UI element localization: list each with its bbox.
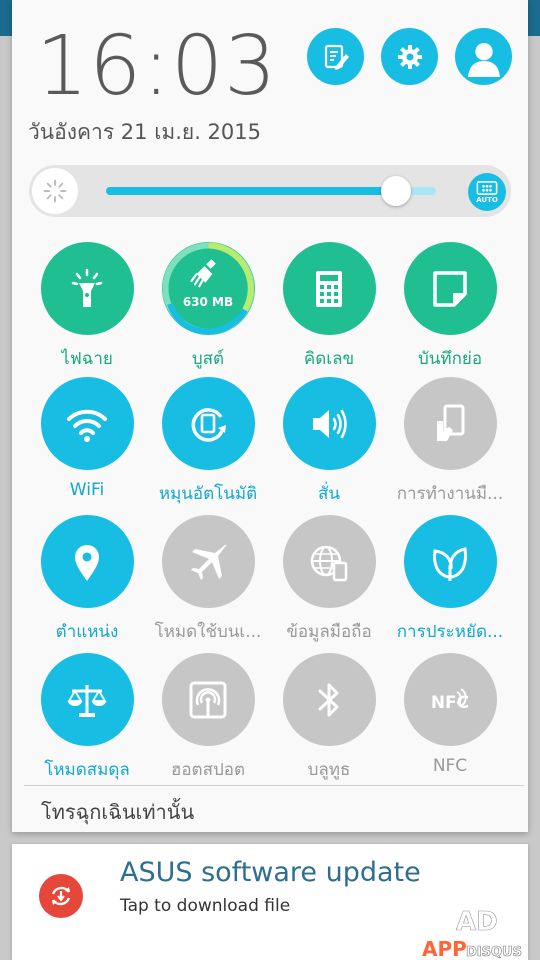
mobile-data-icon (310, 545, 348, 581)
boost-memory-badge: 630 MB (182, 295, 234, 309)
auto-brightness-label: AUTO (476, 195, 498, 204)
tile-wifi[interactable]: WiFi (27, 377, 147, 507)
gear-icon (397, 44, 422, 69)
update-icon (39, 874, 83, 918)
wifi-icon (67, 409, 107, 442)
bluetooth-icon (318, 683, 339, 716)
auto-brightness-icon (476, 180, 498, 195)
tile-calculator[interactable]: คิดเลข (269, 242, 389, 372)
power-saving-leaf-icon (433, 546, 467, 581)
tile-location[interactable]: ตำแหน่ง (27, 515, 147, 645)
tile-balance-mode-label: โหมดสมดุล (44, 760, 130, 780)
settings-button[interactable] (381, 28, 438, 85)
tile-quick-memo-circle[interactable] (403, 242, 497, 335)
tile-hotspot-label: ฮอตสปอต (170, 760, 246, 780)
tile-flashlight-label: ไฟฉาย (61, 349, 113, 369)
tile-flashlight-circle[interactable] (40, 242, 134, 335)
tile-airplane-mode-circle[interactable] (161, 515, 255, 608)
quick-settings-panel: 16:03 วันอังคาร 21 เม.ย. 2015 AUTO ไฟฉาย… (12, 0, 528, 832)
tile-wifi-label: WiFi (69, 480, 105, 500)
tile-balance-mode[interactable]: โหมดสมดุล (27, 653, 147, 783)
vibrate-icon (313, 409, 347, 438)
brightness-control: AUTO (29, 165, 511, 217)
appdisqus-watermark-logo: APP DISQUS AD (422, 907, 522, 960)
edit-settings-button[interactable] (307, 28, 364, 85)
svg-text:AD: AD (456, 907, 498, 937)
brightness-slider-fill (106, 187, 397, 195)
tile-flashlight[interactable]: ไฟฉาย (27, 242, 147, 372)
notification-title: ASUS software update (120, 857, 421, 888)
tile-one-hand-mode[interactable]: การทำงานมื... (390, 377, 510, 507)
tile-hotspot[interactable]: ฮอตสปอต (148, 653, 268, 783)
user-profile-button[interactable] (455, 28, 512, 85)
tile-auto-rotate-circle[interactable] (161, 377, 255, 470)
tile-hotspot-circle[interactable] (161, 653, 255, 746)
tile-auto-rotate-label: หมุนอัตโนมัติ (158, 484, 258, 504)
svg-text:DISQUS: DISQUS (466, 945, 522, 960)
balance-scale-icon (67, 684, 107, 717)
tile-boost[interactable]: 630 MB บูสต์ (148, 242, 268, 372)
tile-mobile-data[interactable]: ข้อมูลมือถือ (269, 515, 389, 645)
tile-power-saving-label: การประหยัด... (396, 622, 504, 642)
tile-nfc-circle[interactable]: NFC (403, 653, 497, 746)
tile-quick-memo-label: บันทึกย่อ (417, 349, 483, 369)
quick-memo-icon (433, 270, 467, 307)
tile-one-hand-mode-circle[interactable] (403, 377, 497, 470)
tile-power-saving-circle[interactable] (403, 515, 497, 608)
hotspot-icon (189, 681, 227, 718)
tile-location-label: ตำแหน่ง (55, 622, 119, 642)
nfc-icon: NFC (431, 687, 469, 713)
tile-quick-memo[interactable]: บันทึกย่อ (390, 242, 510, 372)
tile-calculator-label: คิดเลข (303, 349, 355, 369)
tile-vibrate[interactable]: สั่น (269, 377, 389, 507)
location-pin-icon (75, 544, 99, 581)
calculator-icon (316, 270, 342, 307)
tile-vibrate-circle[interactable] (282, 377, 376, 470)
one-hand-icon (437, 404, 465, 441)
flashlight-icon (71, 268, 103, 307)
tile-mobile-data-label: ข้อมูลมือถือ (286, 622, 372, 642)
airplane-icon (191, 544, 227, 580)
tile-boost-circle[interactable]: 630 MB (161, 242, 255, 335)
tile-nfc-label: NFC (432, 756, 468, 776)
tile-balance-mode-circle[interactable] (40, 653, 134, 746)
boost-broom-icon (189, 259, 216, 288)
svg-text:APP: APP (422, 937, 467, 960)
user-avatar-icon (467, 42, 500, 77)
tile-nfc[interactable]: NFC NFC (390, 653, 510, 783)
emergency-calls-only-text: โทรฉุกเฉินเท่านั้น (41, 800, 195, 824)
auto-brightness-button[interactable]: AUTO (468, 173, 506, 211)
tile-location-circle[interactable] (40, 515, 134, 608)
tile-bluetooth-circle[interactable] (282, 653, 376, 746)
auto-rotate-icon (191, 407, 226, 442)
tile-airplane-mode[interactable]: โหมดใช้บนเ... (148, 515, 268, 645)
tile-auto-rotate[interactable]: หมุนอัตโนมัติ (148, 377, 268, 507)
brightness-slider-thumb[interactable] (381, 176, 412, 206)
tile-mobile-data-circle[interactable] (282, 515, 376, 608)
edit-icon (324, 44, 349, 70)
tile-boost-label: บูสต์ (191, 349, 225, 369)
brightness-sun-icon (32, 168, 78, 214)
tile-wifi-circle[interactable] (40, 377, 134, 470)
tile-bluetooth[interactable]: บลูทูธ (269, 653, 389, 783)
tile-vibrate-label: สั่น (318, 484, 340, 504)
divider (24, 785, 524, 786)
tile-airplane-mode-label: โหมดใช้บนเ... (154, 622, 262, 642)
date: วันอังคาร 21 เม.ย. 2015 (28, 120, 261, 144)
clock: 16:03 (36, 19, 278, 114)
tile-bluetooth-label: บลูทูธ (307, 760, 351, 780)
tile-power-saving[interactable]: การประหยัด... (390, 515, 510, 645)
tile-one-hand-mode-label: การทำงานมื... (396, 484, 504, 504)
tile-calculator-circle[interactable] (282, 242, 376, 335)
notification-subtitle: Tap to download file (120, 896, 291, 916)
